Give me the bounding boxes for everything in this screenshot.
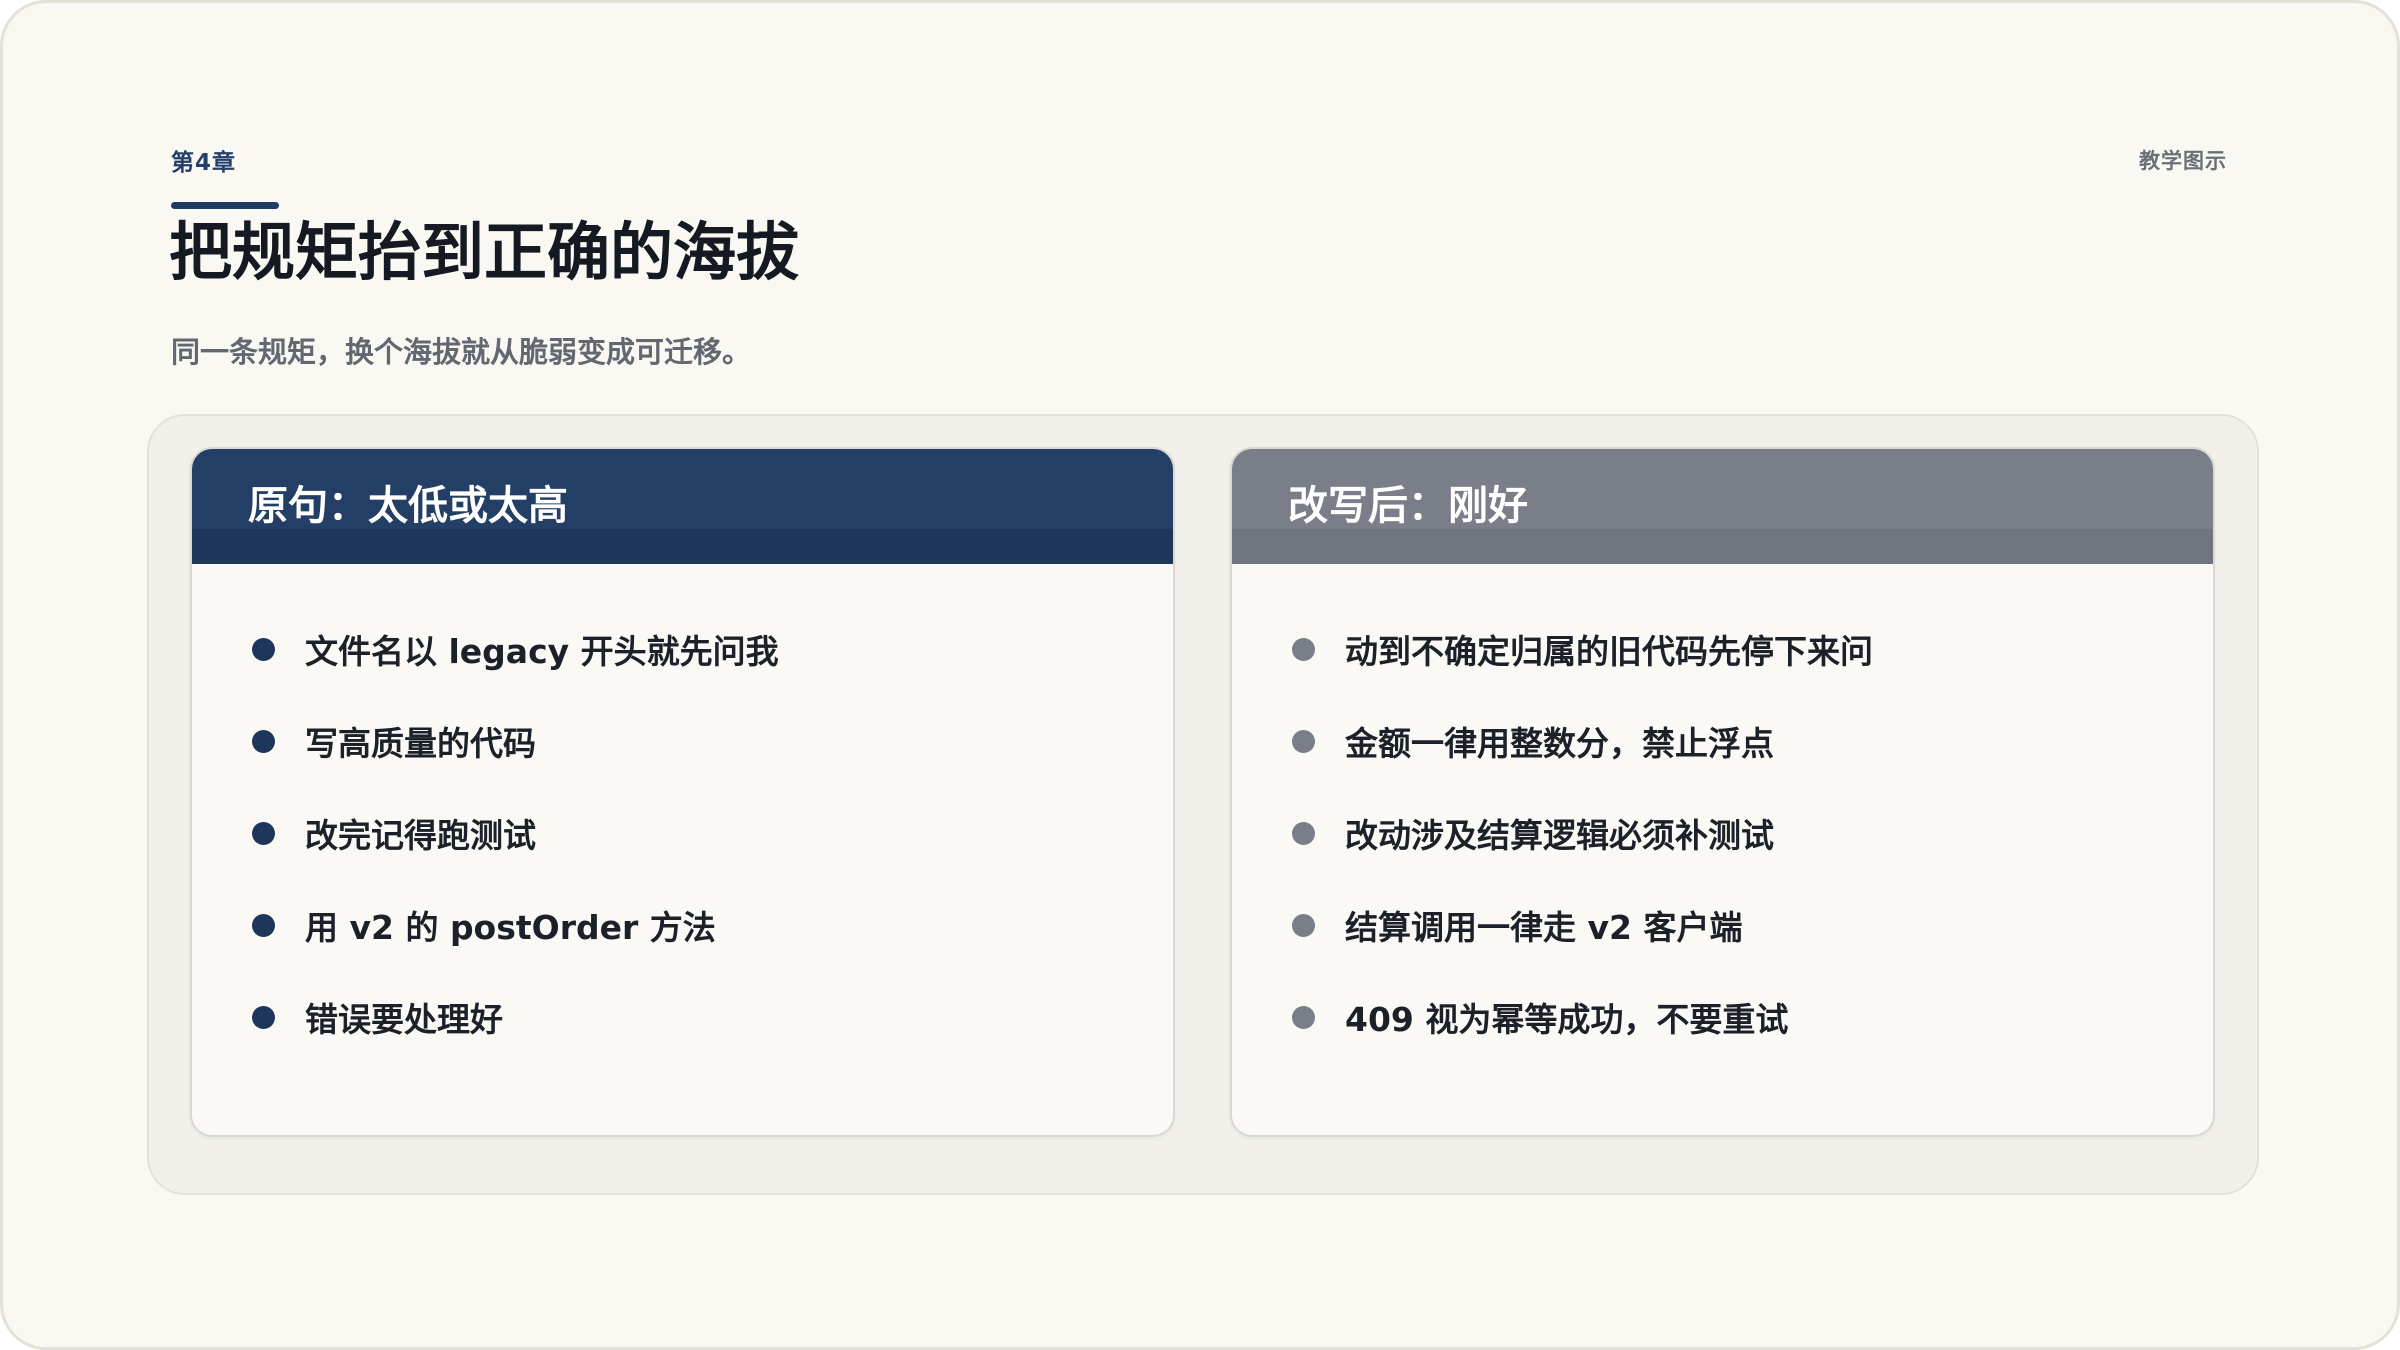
- bullet-dot-icon: [252, 913, 275, 937]
- kicker-label: 教学图示: [2139, 149, 2227, 173]
- bullet-dot-icon: [252, 637, 275, 661]
- bullet-dot-icon: [1292, 729, 1315, 753]
- list-item: 文件名以 legacy 开头就先问我: [192, 603, 1173, 695]
- original-card-header: 原句：太低或太高: [192, 449, 1173, 564]
- list-item-text: 结算调用一律走 v2 客户端: [1345, 908, 1743, 947]
- list-item: 用 v2 的 postOrder 方法: [192, 879, 1173, 971]
- bullet-dot-icon: [1292, 1005, 1315, 1029]
- original-card: 原句：太低或太高 文件名以 legacy 开头就先问我 写高质量的代码 改完记得…: [190, 447, 1175, 1137]
- revised-card-header: 改写后：刚好: [1232, 449, 2213, 564]
- revised-card: 改写后：刚好 动到不确定归属的旧代码先停下来问 金额一律用整数分，禁止浮点 改动…: [1230, 447, 2215, 1137]
- list-item: 结算调用一律走 v2 客户端: [1232, 879, 2213, 971]
- chapter-label: 第4章: [171, 150, 237, 176]
- list-item-text: 金额一律用整数分，禁止浮点: [1345, 724, 1774, 763]
- list-item-text: 文件名以 legacy 开头就先问我: [305, 632, 779, 671]
- list-item: 改完记得跑测试: [192, 787, 1173, 879]
- list-item-text: 动到不确定归属的旧代码先停下来问: [1345, 632, 1873, 671]
- list-item: 金额一律用整数分，禁止浮点: [1232, 695, 2213, 787]
- page-title: 把规矩抬到正确的海拔: [169, 216, 799, 289]
- bullet-dot-icon: [252, 729, 275, 753]
- bullet-dot-icon: [1292, 913, 1315, 937]
- revised-list: 动到不确定归属的旧代码先停下来问 金额一律用整数分，禁止浮点 改动涉及结算逻辑必…: [1232, 564, 2213, 1063]
- bullet-dot-icon: [252, 821, 275, 845]
- list-item-text: 错误要处理好: [305, 1000, 503, 1039]
- revised-card-title: 改写后：刚好: [1288, 482, 1528, 529]
- list-item-text: 409 视为幂等成功，不要重试: [1345, 1000, 1789, 1039]
- bullet-dot-icon: [252, 1005, 275, 1029]
- original-list: 文件名以 legacy 开头就先问我 写高质量的代码 改完记得跑测试 用 v2 …: [192, 564, 1173, 1063]
- list-item: 改动涉及结算逻辑必须补测试: [1232, 787, 2213, 879]
- bullet-dot-icon: [1292, 821, 1315, 845]
- page-subtitle: 同一条规矩，换个海拔就从脆弱变成可迁移。: [171, 335, 752, 369]
- list-item-text: 用 v2 的 postOrder 方法: [305, 908, 716, 947]
- title-accent-rule: [171, 202, 279, 209]
- bullet-dot-icon: [1292, 637, 1315, 661]
- list-item-text: 写高质量的代码: [305, 724, 536, 763]
- list-item: 409 视为幂等成功，不要重试: [1232, 971, 2213, 1063]
- slide: 第4章 教学图示 把规矩抬到正确的海拔 同一条规矩，换个海拔就从脆弱变成可迁移。…: [0, 0, 2400, 1350]
- list-item-text: 改动涉及结算逻辑必须补测试: [1345, 816, 1774, 855]
- list-item: 错误要处理好: [192, 971, 1173, 1063]
- list-item-text: 改完记得跑测试: [305, 816, 536, 855]
- original-card-title: 原句：太低或太高: [248, 482, 568, 529]
- list-item: 动到不确定归属的旧代码先停下来问: [1232, 603, 2213, 695]
- list-item: 写高质量的代码: [192, 695, 1173, 787]
